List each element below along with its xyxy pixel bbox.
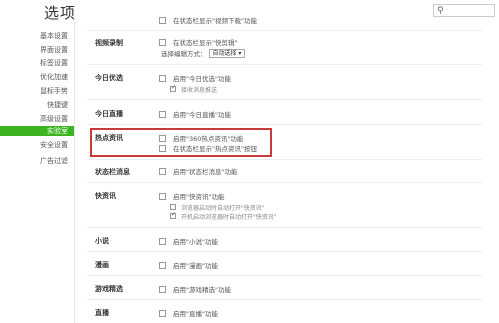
option-status-msg[interactable]: 启用"状态栏消息"功能 <box>159 166 237 176</box>
row-label-today-live: 今日直播 <box>95 110 123 118</box>
sidebar-item-advanced[interactable]: 高级设置 <box>40 114 68 124</box>
option-label: 开机启动浏览器时自动打开"快资讯" <box>181 213 277 221</box>
edit-mode-select[interactable]: 自动选择 ▾ <box>208 48 246 58</box>
checkbox[interactable] <box>159 110 166 118</box>
checkbox[interactable] <box>159 192 166 200</box>
edit-mode-row: 选择编辑方式： 自动选择 ▾ <box>161 48 246 58</box>
checkbox[interactable] <box>159 38 166 46</box>
checkbox[interactable] <box>159 74 166 82</box>
checkbox[interactable] <box>159 285 166 293</box>
row-label-video-record: 视频录制 <box>95 39 123 47</box>
checkbox-checked[interactable] <box>170 211 176 219</box>
option-label: 启用"游戏精选"功能 <box>173 286 231 294</box>
row-divider <box>87 251 482 252</box>
sidebar-item-optimize[interactable]: 优化加速 <box>40 72 68 82</box>
edit-mode-label: 选择编辑方式： <box>161 50 207 58</box>
row-divider <box>87 227 482 228</box>
search-box[interactable]: ⚲ <box>433 4 495 17</box>
option-label: 在状态栏显示"视频下载"功能 <box>173 17 257 25</box>
sidebar-item-security[interactable]: 安全设置 <box>40 140 68 150</box>
row-divider <box>87 124 482 125</box>
option-label: 启用"今日优选"功能 <box>173 75 231 83</box>
sidebar-item-lab[interactable]: 实验室 <box>0 126 74 136</box>
option-label: 启用"小说"功能 <box>173 238 218 246</box>
page-title: 选项 <box>44 4 77 22</box>
row-divider <box>87 99 482 100</box>
row-divider <box>87 30 482 31</box>
option-video-download[interactable]: 在状态栏显示"视频下载"功能 <box>159 15 257 25</box>
row-label-kuaizixun: 快资讯 <box>95 192 116 200</box>
option-comic[interactable]: 启用"漫画"功能 <box>159 260 218 270</box>
option-today-pick-push[interactable]: 接收消息推送 <box>170 84 217 94</box>
option-video-record[interactable]: 在状态栏显示"快剪辑" <box>159 37 237 47</box>
option-label: 启用"今日直播"功能 <box>173 111 231 119</box>
checkbox[interactable] <box>159 261 166 269</box>
option-label: 启用"漫画"功能 <box>173 262 218 270</box>
row-divider <box>87 64 482 65</box>
checkbox[interactable] <box>159 16 166 24</box>
search-icon: ⚲ <box>437 6 444 16</box>
option-today-pick[interactable]: 启用"今日优选"功能 <box>159 73 231 83</box>
option-label: 启用"快资讯"功能 <box>173 193 225 201</box>
sidebar-item-adblock[interactable]: 广告过滤 <box>40 156 68 166</box>
sidebar: 基本设置 界面设置 标签设置 优化加速 鼠标手势 快捷键 高级设置 实验室 安全… <box>0 22 74 323</box>
row-label-games: 游戏精选 <box>95 285 123 293</box>
sidebar-item-interface[interactable]: 界面设置 <box>40 45 68 55</box>
row-divider <box>87 299 482 300</box>
sidebar-item-shortcuts[interactable]: 快捷键 <box>47 100 68 110</box>
row-divider <box>87 159 482 160</box>
option-today-live[interactable]: 启用"今日直播"功能 <box>159 109 231 119</box>
checkbox[interactable] <box>159 237 166 245</box>
option-games[interactable]: 启用"游戏精选"功能 <box>159 284 231 294</box>
row-label-live: 直播 <box>95 309 109 317</box>
sidebar-item-mouse-gestures[interactable]: 鼠标手势 <box>40 86 68 96</box>
checkbox-checked[interactable] <box>170 84 176 92</box>
option-label: 接收消息推送 <box>181 86 218 94</box>
option-kuaizixun-boot-start[interactable]: 开机启动浏览器时自动打开"快资讯" <box>170 211 277 221</box>
sidebar-item-basic[interactable]: 基本设置 <box>40 31 68 41</box>
row-label-novel: 小说 <box>95 237 109 245</box>
search-input[interactable] <box>447 6 492 16</box>
checkbox[interactable] <box>159 309 166 317</box>
highlight-box <box>90 128 272 157</box>
checkbox[interactable] <box>159 167 166 175</box>
row-label-comic: 漫画 <box>95 261 109 269</box>
option-label: 启用"状态栏消息"功能 <box>173 168 238 176</box>
option-kuaizixun[interactable]: 启用"快资讯"功能 <box>159 191 224 201</box>
option-label: 在状态栏显示"快剪辑" <box>173 39 238 47</box>
row-label-status-msg: 状态栏消息 <box>95 168 130 176</box>
option-label: 启用"直播"功能 <box>173 310 218 318</box>
row-divider <box>87 182 482 183</box>
sidebar-item-tabs[interactable]: 标签设置 <box>40 58 68 68</box>
option-novel[interactable]: 启用"小说"功能 <box>159 236 218 246</box>
row-divider <box>87 275 482 276</box>
row-label-today-pick: 今日优选 <box>95 74 123 82</box>
checkbox[interactable] <box>170 204 176 210</box>
option-live[interactable]: 启用"直播"功能 <box>159 308 218 318</box>
settings-panel: 在状态栏显示"视频下载"功能 视频录制 在状态栏显示"快剪辑" 选择编辑方式： … <box>75 16 499 323</box>
